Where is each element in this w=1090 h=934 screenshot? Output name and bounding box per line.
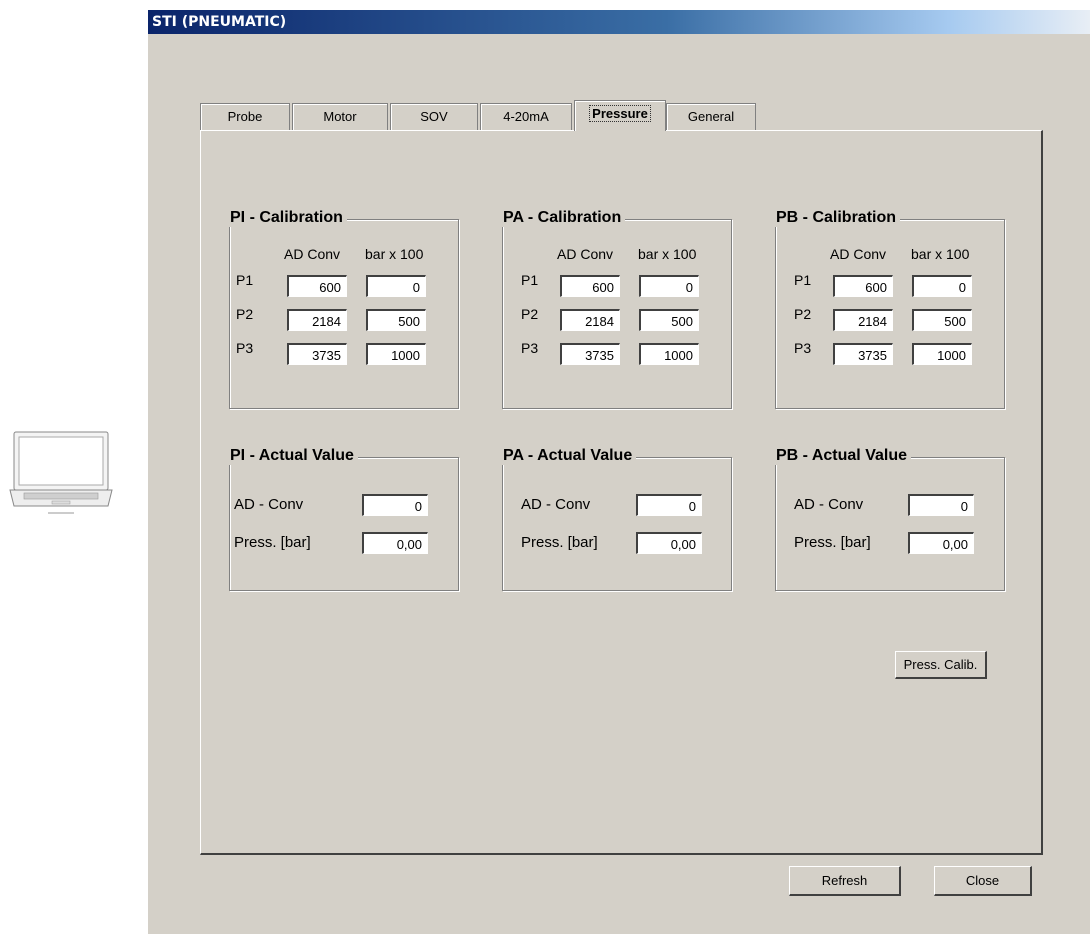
- press-calib-button[interactable]: Press. Calib.: [895, 651, 987, 679]
- press-label: Press. [bar]: [234, 534, 311, 551]
- p2-label: P2: [236, 306, 254, 322]
- ad-conv-header: AD Conv: [830, 246, 887, 262]
- p1-label: P1: [236, 272, 254, 288]
- tab-pressure[interactable]: Pressure: [574, 100, 666, 131]
- pi-p2-bar-field[interactable]: 500: [366, 309, 426, 331]
- press-label: Press. [bar]: [794, 534, 871, 551]
- group-title: PA - Actual Value: [499, 447, 637, 465]
- dialog-window: STI (PNEUMATIC) Probe Motor SOV 4-20mA P…: [148, 10, 1090, 934]
- pressure-panel: PI - Calibration AD Conv bar x 100 P1 60…: [200, 130, 1043, 855]
- group-title: PI - Actual Value: [226, 447, 358, 465]
- pb-p3-ad-field[interactable]: 3735: [833, 343, 893, 365]
- p3-label: P3: [521, 340, 539, 356]
- pa-p3-bar-field[interactable]: 1000: [639, 343, 699, 365]
- pi-calibration-group: PI - Calibration AD Conv bar x 100 P1 60…: [226, 209, 459, 409]
- pb-calibration-group: PB - Calibration AD Conv bar x 100 P1 60…: [772, 209, 1005, 409]
- pi-p3-bar-field[interactable]: 1000: [366, 343, 426, 365]
- bar-header: bar x 100: [365, 246, 424, 262]
- pi-ad-conv-field[interactable]: 0: [362, 494, 428, 516]
- pa-p1-ad-field[interactable]: 600: [560, 275, 620, 297]
- bar-header: bar x 100: [638, 246, 697, 262]
- p2-label: P2: [794, 306, 812, 322]
- pb-p1-bar-field[interactable]: 0: [912, 275, 972, 297]
- ad-conv-label: AD - Conv: [521, 496, 591, 513]
- pa-ad-conv-field[interactable]: 0: [636, 494, 702, 516]
- pb-actual-value-group: PB - Actual Value AD - Conv 0 Press. [ba…: [772, 447, 1005, 591]
- pb-press-field[interactable]: 0,00: [908, 532, 974, 554]
- p1-label: P1: [521, 272, 539, 288]
- window-title: STI (PNEUMATIC): [148, 10, 1090, 34]
- pa-calibration-group: PA - Calibration AD Conv bar x 100 P1 60…: [499, 209, 732, 409]
- pa-p2-ad-field[interactable]: 2184: [560, 309, 620, 331]
- close-button[interactable]: Close: [934, 866, 1032, 896]
- pb-p2-bar-field[interactable]: 500: [912, 309, 972, 331]
- pi-actual-value-group: PI - Actual Value AD - Conv 0 Press. [ba…: [226, 447, 459, 591]
- ad-conv-header: AD Conv: [284, 246, 341, 262]
- pi-press-field[interactable]: 0,00: [362, 532, 428, 554]
- p3-label: P3: [236, 340, 254, 356]
- tab-motor[interactable]: Motor: [292, 103, 388, 130]
- pi-p3-ad-field[interactable]: 3735: [287, 343, 347, 365]
- press-label: Press. [bar]: [521, 534, 598, 551]
- pi-p1-bar-field[interactable]: 0: [366, 275, 426, 297]
- ad-conv-label: AD - Conv: [794, 496, 864, 513]
- pb-p2-ad-field[interactable]: 2184: [833, 309, 893, 331]
- tab-general[interactable]: General: [666, 103, 756, 130]
- group-title: PB - Actual Value: [772, 447, 911, 465]
- tab-4-20ma[interactable]: 4-20mA: [480, 103, 572, 130]
- tab-probe[interactable]: Probe: [200, 103, 290, 130]
- pb-p1-ad-field[interactable]: 600: [833, 275, 893, 297]
- pa-p1-bar-field[interactable]: 0: [639, 275, 699, 297]
- pa-p2-bar-field[interactable]: 500: [639, 309, 699, 331]
- pi-p2-ad-field[interactable]: 2184: [287, 309, 347, 331]
- pb-p3-bar-field[interactable]: 1000: [912, 343, 972, 365]
- bar-header: bar x 100: [911, 246, 970, 262]
- pb-ad-conv-field[interactable]: 0: [908, 494, 974, 516]
- pa-p3-ad-field[interactable]: 3735: [560, 343, 620, 365]
- pa-press-field[interactable]: 0,00: [636, 532, 702, 554]
- p1-label: P1: [794, 272, 812, 288]
- laptop-icon: [8, 430, 114, 520]
- group-title: PA - Calibration: [499, 209, 626, 227]
- pi-p1-ad-field[interactable]: 600: [287, 275, 347, 297]
- pa-actual-value-group: PA - Actual Value AD - Conv 0 Press. [ba…: [499, 447, 732, 591]
- group-title: PB - Calibration: [772, 209, 901, 227]
- p3-label: P3: [794, 340, 812, 356]
- p2-label: P2: [521, 306, 539, 322]
- refresh-button[interactable]: Refresh: [789, 866, 901, 896]
- group-title: PI - Calibration: [226, 209, 347, 227]
- ad-conv-label: AD - Conv: [234, 496, 304, 513]
- tab-sov[interactable]: SOV: [390, 103, 478, 130]
- ad-conv-header: AD Conv: [557, 246, 614, 262]
